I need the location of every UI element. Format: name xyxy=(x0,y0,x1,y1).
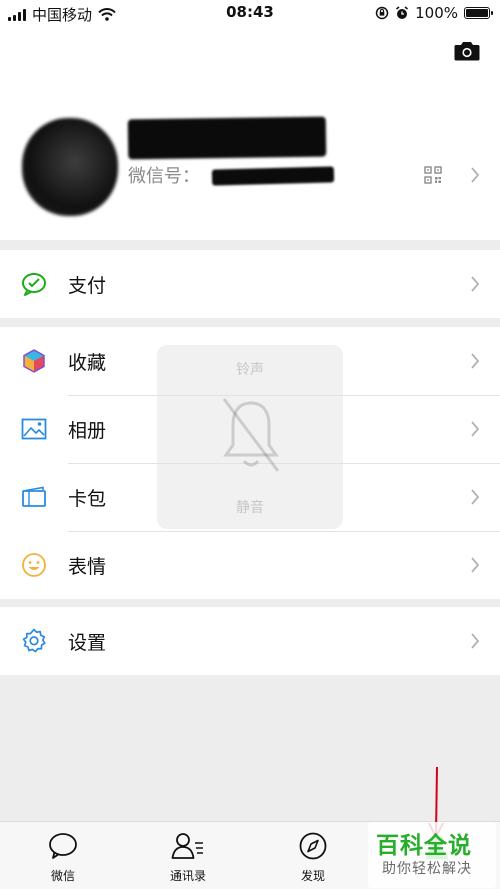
status-right: 100% xyxy=(375,4,493,22)
menu-label-cards: 卡包 xyxy=(68,487,107,510)
menu-item-stickers[interactable]: 表情 xyxy=(0,531,500,599)
menu-group-pay: 支付 xyxy=(0,250,500,318)
menu-item-settings[interactable]: 设置 xyxy=(0,607,500,675)
compass-icon xyxy=(299,832,327,860)
tab-label-discover: 发现 xyxy=(300,869,325,883)
menu-label-pay: 支付 xyxy=(68,274,107,297)
alarm-icon xyxy=(396,6,409,19)
menu-label-album: 相册 xyxy=(68,419,107,442)
tab-chats[interactable]: 微信 xyxy=(18,832,108,884)
avatar[interactable] xyxy=(22,118,118,216)
hud-ringtone-label: 铃声 xyxy=(236,362,264,378)
hud-silent-label: 静音 xyxy=(236,500,264,516)
chevron-right-icon xyxy=(471,276,480,292)
profile-header[interactable]: 微信号： xyxy=(0,26,500,240)
chevron-right-icon xyxy=(471,421,480,437)
smiley-face-icon xyxy=(20,551,48,579)
battery-icon xyxy=(464,7,493,19)
watermark-logo: 百科全说 助你轻松解决 xyxy=(368,822,496,888)
muted-bell-icon xyxy=(222,398,280,472)
profile-chevron-right-icon xyxy=(471,167,480,183)
camera-icon[interactable] xyxy=(454,40,480,62)
menu-item-pay[interactable]: 支付 xyxy=(0,250,500,318)
tab-label-chats: 微信 xyxy=(50,869,75,883)
menu-group-settings: 设置 xyxy=(0,607,500,675)
chevron-right-icon xyxy=(471,557,480,573)
menu-label-favorites: 收藏 xyxy=(68,351,107,374)
wechat-id-label: 微信号： xyxy=(128,166,200,187)
watermark-subtitle: 助你轻松解决 xyxy=(382,861,472,877)
chat-bubble-icon xyxy=(49,833,77,859)
tab-discover[interactable]: 发现 xyxy=(268,832,358,884)
chevron-right-icon xyxy=(471,489,480,505)
chevron-right-icon xyxy=(471,353,480,369)
card-wallet-icon xyxy=(20,483,48,511)
nickname-redacted xyxy=(127,116,327,160)
album-picture-icon xyxy=(20,415,48,443)
tab-contacts[interactable]: 通讯录 xyxy=(143,832,233,884)
favorites-cube-icon xyxy=(20,347,48,375)
contacts-person-icon xyxy=(171,833,203,859)
menu-label-stickers: 表情 xyxy=(68,555,107,578)
settings-gear-icon xyxy=(20,627,48,655)
rotation-lock-icon xyxy=(375,6,389,20)
watermark-title: 百科全说 xyxy=(376,833,472,859)
wechat-id-redacted xyxy=(211,166,335,186)
qr-code-icon[interactable] xyxy=(424,166,442,184)
status-bar: 中国移动 08:43 100% xyxy=(0,0,500,26)
pay-icon xyxy=(20,270,48,298)
silent-mode-hud: 铃声 静音 xyxy=(157,345,343,529)
menu-label-settings: 设置 xyxy=(68,631,107,654)
tab-label-contacts: 通讯录 xyxy=(169,869,206,883)
battery-percent: 100% xyxy=(415,4,458,22)
chevron-right-icon xyxy=(471,633,480,649)
